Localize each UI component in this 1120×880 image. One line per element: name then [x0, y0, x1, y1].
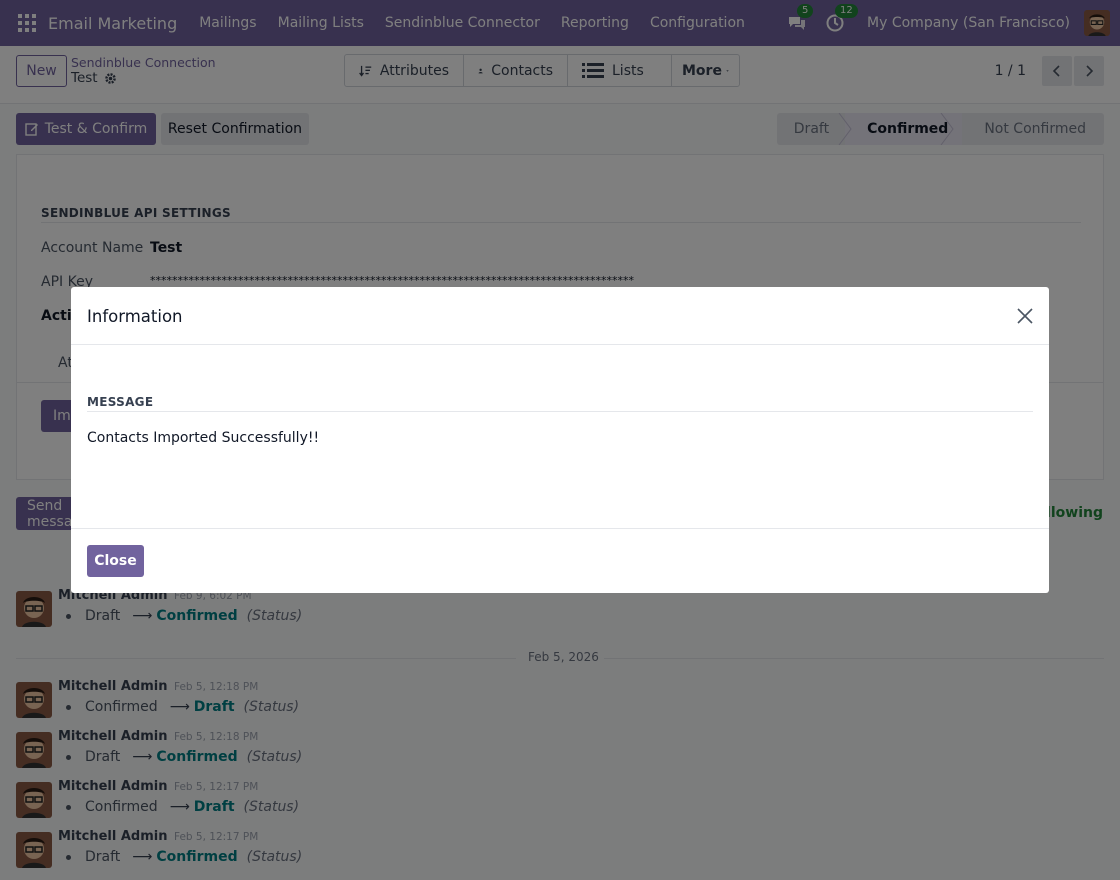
- close-button[interactable]: Close: [87, 545, 144, 577]
- dialog-header: Information: [71, 287, 1049, 345]
- information-dialog: Information MESSAGE Contacts Imported Su…: [71, 287, 1049, 593]
- dialog-message: Contacts Imported Successfully!!: [87, 430, 320, 446]
- section-divider: [87, 411, 1033, 412]
- message-section-title: MESSAGE: [87, 395, 154, 409]
- close-icon[interactable]: [1015, 306, 1035, 326]
- dialog-title: Information: [87, 307, 183, 326]
- dialog-footer-divider: [71, 528, 1049, 529]
